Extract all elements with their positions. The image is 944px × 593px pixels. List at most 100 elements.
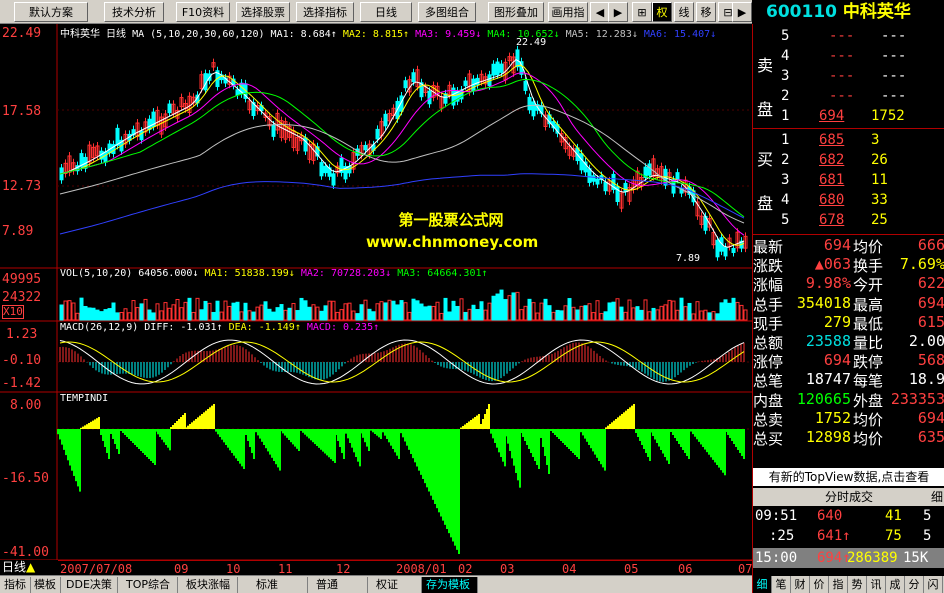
volume-bar xyxy=(427,305,432,321)
right-tabs: 细笔财价指势讯成分闪 xyxy=(753,576,944,593)
macd-dea: DEA: -1.149↑ xyxy=(228,322,301,333)
right-tab-2[interactable]: 财 xyxy=(791,576,810,593)
temp-bar xyxy=(203,412,205,429)
temp-bar xyxy=(357,429,359,462)
right-tab-1[interactable]: 笔 xyxy=(772,576,791,593)
tab-sector[interactable]: 板块涨幅 xyxy=(182,577,238,593)
candle-body xyxy=(235,89,240,96)
temp-bar xyxy=(466,423,468,429)
multi-chart-button[interactable]: 多图组合 xyxy=(418,2,476,22)
volume-bar xyxy=(111,302,116,321)
temp-bar xyxy=(594,429,596,455)
temp-bar xyxy=(649,429,651,461)
tab-indicator[interactable]: 指标 xyxy=(0,577,31,593)
volume-bar xyxy=(567,298,572,321)
volume-bar xyxy=(647,311,652,321)
temp-bar xyxy=(132,429,134,443)
temp-bar xyxy=(221,429,223,440)
temp-bar xyxy=(412,429,414,459)
temp-bar xyxy=(364,429,366,443)
temp-bar xyxy=(662,429,664,454)
volume-bar xyxy=(175,298,180,321)
temp-bar xyxy=(639,429,641,441)
tab-save-template[interactable]: 存为模板 xyxy=(422,577,478,593)
right-tab-5[interactable]: 势 xyxy=(848,576,867,593)
volume-bar xyxy=(87,307,92,321)
line-button[interactable]: 线 xyxy=(674,2,694,22)
temp-bar xyxy=(100,429,102,435)
temp-bar xyxy=(271,429,273,458)
draw-tool-button[interactable]: 画用指 xyxy=(548,2,588,22)
prev-icon[interactable]: ◀ xyxy=(590,2,610,22)
right-tab-7[interactable]: 成 xyxy=(886,576,905,593)
temp-bar xyxy=(650,429,652,433)
topview-link[interactable]: 有新的TopView数据,点击查看 xyxy=(753,468,944,486)
next-icon[interactable]: ▶ xyxy=(608,2,628,22)
tab-top[interactable]: TOP综合 xyxy=(122,577,178,593)
overlay-button[interactable]: 图形叠加 xyxy=(488,2,544,22)
select-stock-button[interactable]: 选择股票 xyxy=(236,2,290,22)
temp-bar xyxy=(386,429,388,439)
vol-ma3: MA3: 64664.301↑ xyxy=(397,268,488,279)
temp-bar xyxy=(574,429,576,455)
temp-bar xyxy=(172,425,174,429)
daily-line-button[interactable]: 日线 xyxy=(360,2,412,22)
volume-bar xyxy=(383,302,388,321)
right-tab-9[interactable]: 闪 xyxy=(924,576,943,593)
move-button[interactable]: 移 xyxy=(696,2,716,22)
expand-icon[interactable]: ▶ xyxy=(732,2,752,22)
temp-bar xyxy=(116,429,118,449)
tech-analysis-button[interactable]: 技术分析 xyxy=(104,2,164,22)
tab-standard[interactable]: 标准 xyxy=(252,577,308,593)
grid-icon[interactable]: ⊞ xyxy=(632,2,652,22)
quote-panel: 卖盘 买盘 5 --- --- 4 --- --- 3 --- --- 2 --- --- 1 694 17… xyxy=(752,24,944,593)
quote-key: 涨跌 xyxy=(753,257,784,276)
tab-warrant[interactable]: 权证 xyxy=(372,577,422,593)
temp-bar xyxy=(704,429,706,450)
temp-bar xyxy=(73,429,75,476)
candle-body xyxy=(147,118,152,130)
volume-bar xyxy=(607,302,612,321)
volume-bar xyxy=(227,305,232,321)
chart-area[interactable]: 22.49 17.58 12.73 7.89 中科英华 日线 MA (5,10,… xyxy=(0,24,752,575)
right-tab-3[interactable]: 价 xyxy=(810,576,829,593)
volume-bar xyxy=(387,299,392,321)
ticks-more[interactable]: 细 xyxy=(931,488,943,506)
temp-bar xyxy=(578,429,580,459)
rights-button[interactable]: 权 xyxy=(652,2,672,22)
period-label[interactable]: 日线▲ xyxy=(0,560,58,575)
temp-bar xyxy=(625,410,627,429)
volume-bar xyxy=(735,301,740,321)
kline-chart[interactable] xyxy=(0,24,752,575)
volume-bar xyxy=(119,311,124,321)
select-indicator-button[interactable]: 选择指标 xyxy=(296,2,354,22)
tab-dde[interactable]: DDE决策 xyxy=(62,577,118,593)
quote-row: 总买 12898 均价 635 xyxy=(753,428,944,449)
temp-bar xyxy=(98,417,100,429)
temp-bar xyxy=(288,429,290,440)
temp-bar xyxy=(724,429,726,476)
temp-bar xyxy=(243,429,245,469)
right-tab-8[interactable]: 分 xyxy=(905,576,924,593)
price-tick-3: 12.73 xyxy=(2,179,42,194)
volume-bar xyxy=(655,309,660,321)
temp-bar xyxy=(251,429,253,453)
temp-bar xyxy=(322,429,324,452)
default-scheme-button[interactable]: 默认方案 xyxy=(14,2,88,22)
tab-template[interactable]: 模板 xyxy=(30,577,61,593)
temp-bar xyxy=(600,429,602,465)
right-tab-6[interactable]: 讯 xyxy=(867,576,886,593)
temp-bar xyxy=(152,429,154,463)
temp-bar xyxy=(247,429,249,441)
quote-key: 换手 xyxy=(853,257,884,276)
tab-normal[interactable]: 普通 xyxy=(312,577,368,593)
volume-bar xyxy=(479,301,484,321)
right-tab-0[interactable]: 细 xyxy=(753,576,772,593)
f10-button[interactable]: F10资料 xyxy=(176,2,230,22)
volume-bar xyxy=(247,310,252,321)
candle-body xyxy=(495,61,500,76)
temp-bar xyxy=(193,420,195,429)
quote-value: 694 xyxy=(823,351,851,370)
right-tab-4[interactable]: 指 xyxy=(829,576,848,593)
temp-bar xyxy=(94,419,96,429)
